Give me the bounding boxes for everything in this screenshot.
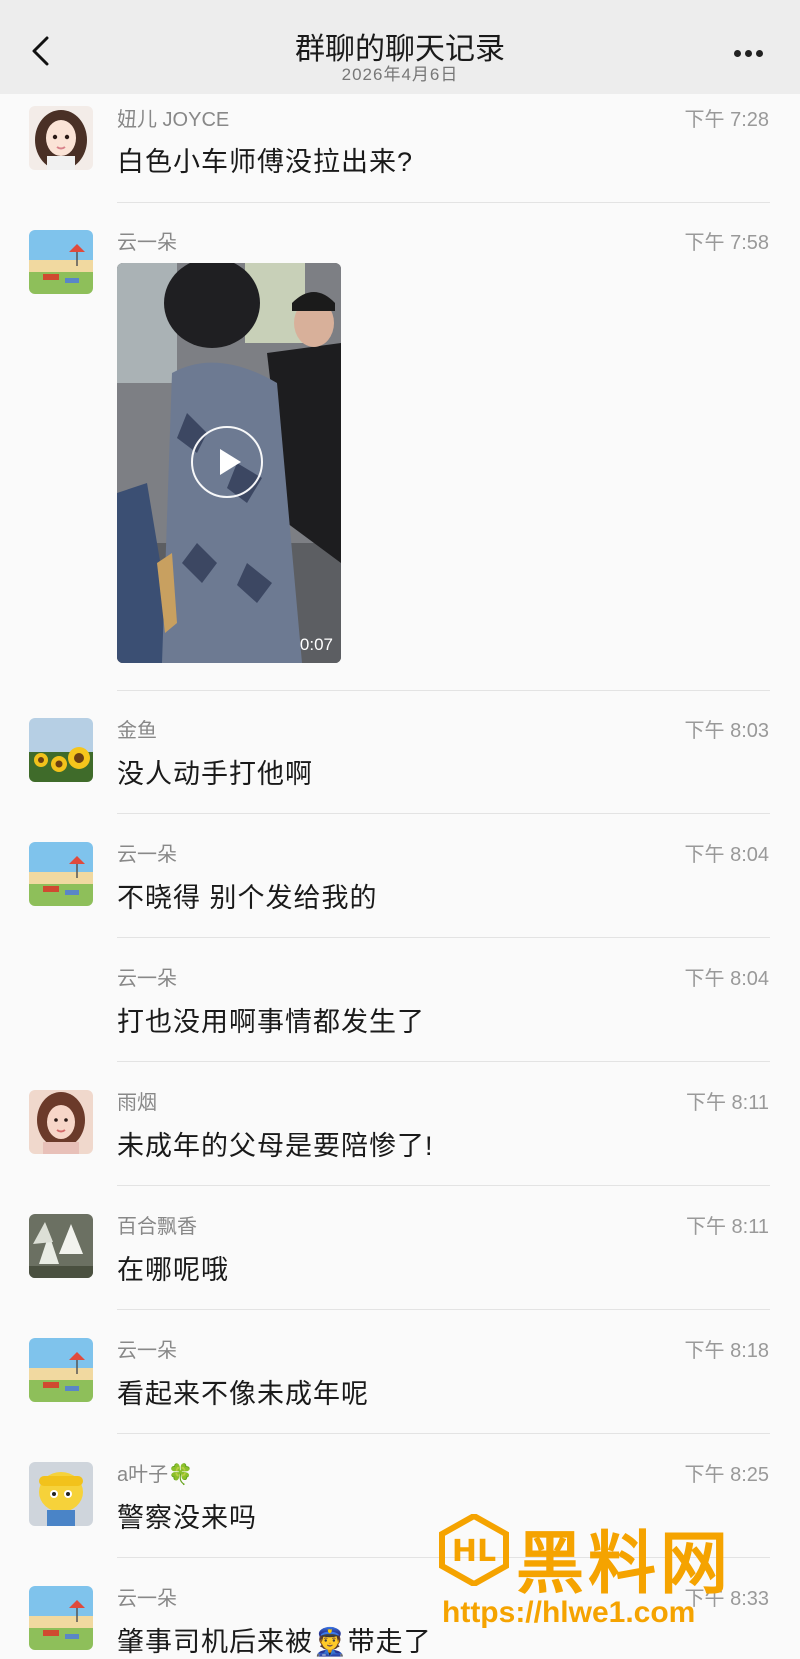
sender-name: a叶子🍀 (117, 1464, 194, 1486)
message-text[interactable]: 不晓得 别个发给我的 (117, 876, 378, 915)
avatar-beach[interactable] (29, 842, 93, 906)
sender-name: 雨烟 (117, 1092, 157, 1114)
sender-name: 金鱼 (117, 720, 157, 742)
chat-date: 2026年4月6日 (341, 65, 459, 84)
sender-name: 百合飘香 (117, 1216, 197, 1238)
video-duration: 0:07 (299, 635, 333, 654)
divider (117, 1309, 770, 1310)
avatar-beach[interactable] (29, 1586, 93, 1650)
sender-name: 云一朵 (117, 844, 177, 866)
message-text-part: 带走了 (347, 1627, 432, 1657)
avatar-cartoon[interactable] (29, 1462, 93, 1526)
avatar-girl[interactable] (29, 106, 93, 170)
divider (117, 1061, 770, 1062)
message-text[interactable]: 白色小车师傅没拉出来? (117, 140, 413, 179)
sender-name: 妞儿 JOYCE (117, 109, 230, 131)
avatar-woman[interactable] (29, 1090, 93, 1154)
play-icon[interactable] (191, 426, 263, 498)
avatar-sunflower[interactable] (29, 718, 93, 782)
message-time: 下午 8:25 (684, 1464, 769, 1486)
message-text[interactable]: 在哪呢哦 (117, 1248, 229, 1287)
message-time: 下午 8:11 (686, 1092, 769, 1114)
message-time: 下午 7:28 (684, 109, 769, 131)
divider (117, 202, 770, 203)
watermark: HL 黑料网 https://hlwe1.com (438, 1508, 778, 1648)
divider (117, 937, 770, 938)
svg-text:HL: HL (452, 1534, 496, 1569)
sender-name: 云一朵 (117, 232, 177, 254)
avatar-beach[interactable] (29, 230, 93, 294)
avatar-beach[interactable] (29, 1338, 93, 1402)
message-text[interactable]: 打也没用啊事情都发生了 (117, 1000, 425, 1039)
message-time: 下午 8:04 (684, 968, 769, 990)
watermark-url: https://hlwe1.com (442, 1596, 696, 1629)
message-text[interactable]: 肇事司机后来被👮带走了 (117, 1620, 432, 1659)
sender-name: 云一朵 (117, 1340, 177, 1362)
message-time: 下午 8:04 (684, 844, 769, 866)
sender-name: 云一朵 (117, 1588, 177, 1610)
message-time: 下午 8:18 (684, 1340, 769, 1362)
message-text[interactable]: 警察没来吗 (117, 1496, 257, 1535)
video-thumbnail[interactable]: 0:07 (117, 263, 341, 663)
divider (117, 690, 770, 691)
message-time: 下午 8:11 (686, 1216, 769, 1238)
message-text-part: 肇事司机后来被 (117, 1627, 313, 1657)
message-time: 下午 8:03 (684, 720, 769, 742)
avatar-lily[interactable] (29, 1214, 93, 1278)
message-text[interactable]: 未成年的父母是要陪惨了! (117, 1124, 434, 1163)
divider (117, 813, 770, 814)
watermark-logo-icon: HL (439, 1514, 509, 1586)
message-time: 下午 7:58 (684, 232, 769, 254)
divider (117, 1433, 770, 1434)
message-text[interactable]: 看起来不像未成年呢 (117, 1372, 369, 1411)
police-emoji: 👮 (313, 1627, 348, 1657)
more-dots-icon[interactable] (734, 44, 770, 57)
title-bar: 群聊的聊天记录 2026年4月6日 (0, 0, 800, 94)
message-text[interactable]: 没人动手打他啊 (117, 752, 313, 791)
watermark-title: 黑料网 (516, 1526, 733, 1602)
divider (117, 1185, 770, 1186)
sender-name: 云一朵 (117, 968, 177, 990)
